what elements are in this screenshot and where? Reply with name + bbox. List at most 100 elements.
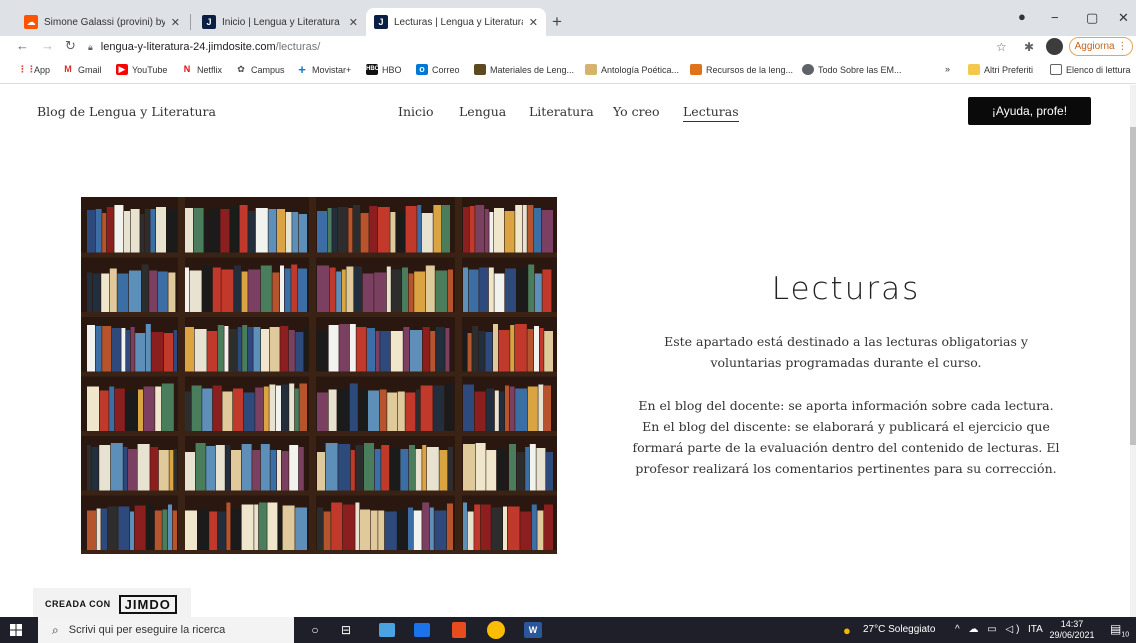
bookmark-label: YouTube xyxy=(132,64,168,75)
bookmark-gmail[interactable]: M Gmail xyxy=(62,64,102,75)
bookmark-icon xyxy=(585,64,597,75)
reading-list-button[interactable]: Elenco di lettura xyxy=(1050,64,1131,75)
bookmark-label: Movistar+ xyxy=(312,64,352,75)
forward-arrow-icon[interactable]: → xyxy=(41,38,54,53)
nav-yo-creo[interactable]: Yo creo xyxy=(613,104,660,119)
nav-lengua[interactable]: Lengua xyxy=(459,104,506,119)
bookmark-antologia[interactable]: Antología Poética... xyxy=(585,64,679,75)
jimdo-icon: J xyxy=(374,15,388,29)
weather-text[interactable]: 27°C Soleggiato xyxy=(863,624,935,635)
tab-title: Simone Galassi (provini) by Dotti xyxy=(44,16,165,28)
gmail-icon: M xyxy=(64,64,72,74)
extensions-puzzle-icon[interactable]: ✱ xyxy=(1024,40,1034,54)
youtube-icon: ▶ xyxy=(116,64,128,75)
bookmark-label: HBO xyxy=(382,64,402,75)
nav-lecturas[interactable]: Lecturas xyxy=(683,104,739,122)
jimdo-badge[interactable]: CREADA CON JIMDO xyxy=(33,588,191,617)
jimdo-logo: JIMDO xyxy=(118,594,177,614)
site-title[interactable]: Blog de Lengua y Literatura xyxy=(37,104,216,119)
input-language[interactable]: ITA xyxy=(1028,624,1043,635)
bookmark-label: Gmail xyxy=(78,64,102,75)
weather-icon[interactable]: ● xyxy=(843,623,851,638)
update-button[interactable]: Aggiorna ⋮ xyxy=(1069,37,1133,56)
bookmark-app[interactable]: ⋮⋮ App xyxy=(18,64,50,75)
bookmark-label: Correo xyxy=(432,64,460,75)
address-bar[interactable]: 🔒︎ lengua-y-literatura-24.jimdosite.com /… xyxy=(88,38,978,56)
bookmark-correo[interactable]: o Correo xyxy=(416,64,460,75)
word-icon[interactable]: W xyxy=(524,622,542,638)
mail-app-icon[interactable] xyxy=(414,623,430,637)
notification-center-icon[interactable]: ▤10 xyxy=(1110,622,1129,638)
back-arrow-icon[interactable]: ← xyxy=(16,38,29,53)
tab-lecturas[interactable]: J Lecturas | Lengua y Literatura ✕ xyxy=(366,8,546,36)
url-domain: lengua-y-literatura-24.jimdosite.com xyxy=(100,41,276,53)
bookmark-youtube[interactable]: ▶ YouTube xyxy=(116,64,167,75)
minimize-icon[interactable]: − xyxy=(1051,10,1059,25)
nav-literatura[interactable]: Literatura xyxy=(529,104,594,119)
bookmark-netflix[interactable]: N Netflix xyxy=(181,64,222,75)
clock-time: 14:37 xyxy=(1060,619,1084,629)
file-explorer-icon[interactable] xyxy=(379,623,395,637)
soundcloud-icon: ☁ xyxy=(24,15,38,29)
taskbar-search-input[interactable]: ⌕ Scrivi qui per eseguire la ricerca xyxy=(38,617,294,643)
bookshelf-image xyxy=(81,197,557,554)
chrome-icon[interactable] xyxy=(487,621,505,639)
bookmarks-more-button[interactable]: » xyxy=(945,64,950,74)
hbo-icon: HBO xyxy=(366,64,379,75)
bookmark-icon xyxy=(690,64,702,75)
avatar[interactable] xyxy=(1046,38,1063,55)
bookmark-campus[interactable]: ✿ Campus xyxy=(235,64,284,75)
system-tray-icons[interactable]: ^ ☁ ▭ ◁) xyxy=(955,624,1023,635)
details-paragraph: En el blog del docente: se aporta inform… xyxy=(632,398,1060,476)
bookmark-materiales[interactable]: Materiales de Leng... xyxy=(474,64,574,75)
office-icon[interactable] xyxy=(452,622,466,638)
apps-icon: ⋮⋮ xyxy=(18,64,36,74)
netflix-icon: N xyxy=(183,64,191,74)
cortana-icon[interactable]: ○ xyxy=(306,621,324,639)
folder-icon xyxy=(968,64,980,75)
new-tab-button[interactable]: + xyxy=(552,12,562,32)
tab-soundcloud[interactable]: ☁ Simone Galassi (provini) by Dotti ✕ xyxy=(16,8,188,36)
scrollbar-thumb[interactable] xyxy=(1130,127,1136,445)
bookmark-recursos[interactable]: Recursos de la leng... xyxy=(690,64,793,75)
address-toolbar: ← → ↻ 🔒︎ lengua-y-literatura-24.jimdosit… xyxy=(0,36,1136,58)
bookmark-icon xyxy=(474,64,486,75)
bookmark-label: Netflix xyxy=(197,64,223,75)
bookmark-label: Materiales de Leng... xyxy=(490,64,575,75)
star-icon[interactable]: ☆ xyxy=(996,40,1007,54)
other-bookmarks-folder[interactable]: Altri Preferiti xyxy=(968,64,1033,75)
close-icon[interactable]: ✕ xyxy=(171,16,180,29)
bookmark-movistar[interactable]: + Movistar+ xyxy=(296,63,352,76)
close-icon[interactable]: ✕ xyxy=(529,16,538,29)
bookmark-todo-sobre[interactable]: Todo Sobre las EM... xyxy=(802,64,902,75)
taskbar-clock[interactable]: 14:37 29/06/2021 xyxy=(1047,619,1097,641)
jimdo-icon: J xyxy=(202,15,216,29)
bookmark-label: Antología Poética... xyxy=(601,64,680,75)
intro-paragraph: Este apartado está destinado a las lectu… xyxy=(664,334,1028,370)
created-with-label: CREADA CON xyxy=(45,599,111,609)
search-placeholder: Scrivi qui per eseguire la ricerca xyxy=(68,624,226,636)
update-label: Aggiorna xyxy=(1074,41,1115,52)
tab-title: Inicio | Lengua y Literatura xyxy=(222,16,340,28)
close-window-icon[interactable]: ✕ xyxy=(1118,10,1129,26)
tab-inicio[interactable]: J Inicio | Lengua y Literatura ✕ xyxy=(194,8,366,36)
close-icon[interactable]: ✕ xyxy=(349,16,358,29)
profile-indicator-icon[interactable]: ● xyxy=(1018,9,1026,24)
tab-separator xyxy=(190,14,191,30)
task-view-icon[interactable]: ⊟ xyxy=(337,621,355,639)
nav-inicio[interactable]: Inicio xyxy=(398,104,434,119)
reload-icon[interactable]: ↻ xyxy=(65,38,76,54)
bookmark-label: Todo Sobre las EM... xyxy=(818,64,902,75)
browser-tab-bar: ☁ Simone Galassi (provini) by Dotti ✕ J … xyxy=(0,0,1136,36)
tab-title: Lecturas | Lengua y Literatura xyxy=(394,16,523,28)
help-button[interactable]: ¡Ayuda, profe! xyxy=(968,97,1091,125)
search-icon: ⌕ xyxy=(52,622,59,637)
reading-list-icon xyxy=(1050,64,1062,75)
maximize-icon[interactable]: ▢ xyxy=(1086,10,1098,26)
bookmark-label: Recursos de la leng... xyxy=(706,64,794,75)
clock-date: 29/06/2021 xyxy=(1049,630,1095,640)
web-page: Blog de Lengua y Literatura Inicio Lengu… xyxy=(0,85,1130,617)
mail-icon: o xyxy=(416,64,428,75)
bookmark-hbo[interactable]: HBO HBO xyxy=(366,64,402,75)
windows-start-icon[interactable] xyxy=(10,624,22,636)
